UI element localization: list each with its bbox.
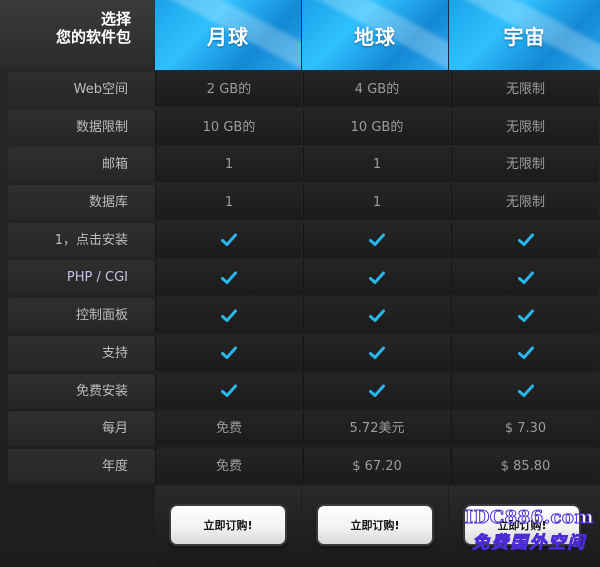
row-label: Web空间 xyxy=(8,72,155,107)
table-row: PHP / CGI xyxy=(8,260,600,296)
table-cell xyxy=(155,260,302,296)
pricing-table: 选择 您的软件包 月球 地球 宇宙 Web空间 2 GB的 4 GB的 无限制 数据限制… xyxy=(0,0,600,567)
table-cell: 4 GB的 xyxy=(303,72,450,107)
table-row: 控制面板 xyxy=(8,298,600,334)
row-label: 年度 xyxy=(8,448,155,484)
table-cell: $ 85.80 xyxy=(451,448,599,484)
choose-package-title: 选择 您的软件包 xyxy=(0,0,155,70)
table-cell: 1 xyxy=(155,185,302,221)
table-cell: 2 GB的 xyxy=(155,72,302,107)
checkmark-icon xyxy=(369,384,385,397)
row-label: 每月 xyxy=(8,411,155,447)
table-row: 支持 xyxy=(8,335,600,371)
table-cell: 无限制 xyxy=(451,72,599,107)
row-label: 数据限制 xyxy=(8,109,155,145)
checkmark-icon xyxy=(221,384,237,397)
feature-grid: Web空间 2 GB的 4 GB的 无限制 数据限制 10 GB的 10 GB的 无限制 邮箱 1… xyxy=(8,72,600,487)
table-cell xyxy=(303,373,450,409)
table-row: 年度 免费 $ 67.20 $ 85.80 xyxy=(8,448,600,484)
checkmark-icon xyxy=(517,271,534,284)
table-row: 邮箱 1 1 无限制 xyxy=(8,147,600,183)
table-cell: 1 xyxy=(155,147,302,183)
row-label: PHP / CGI xyxy=(8,260,155,296)
plan-name-earth: 地球 xyxy=(354,24,396,49)
checkmark-icon xyxy=(517,309,534,322)
plan-name-moon: 月球 xyxy=(207,24,249,49)
table-cell xyxy=(155,222,302,258)
table-row: 免费安装 xyxy=(8,373,600,409)
plan-header-earth: 地球 xyxy=(302,0,448,70)
table-cell xyxy=(451,260,599,296)
table-cell xyxy=(155,373,302,409)
order-col-moon: 立即订购! xyxy=(155,486,301,567)
table-cell xyxy=(155,335,302,371)
table-cell xyxy=(303,260,450,296)
row-label: 邮箱 xyxy=(8,147,155,183)
order-col-earth: 立即订购! xyxy=(302,486,448,567)
checkmark-icon xyxy=(369,309,385,322)
table-row: 1，点击安装 xyxy=(8,222,600,258)
order-button-universe[interactable]: 立即订购! xyxy=(465,506,579,544)
table-cell: 5.72美元 xyxy=(303,411,450,447)
table-cell xyxy=(303,335,450,371)
order-col-universe: 立即订购! xyxy=(449,486,600,567)
checkmark-icon xyxy=(369,346,385,360)
row-label: 1，点击安装 xyxy=(8,222,155,258)
table-row: 每月 免费 5.72美元 $ 7.30 xyxy=(8,411,600,447)
checkmark-icon xyxy=(221,233,237,247)
checkmark-icon xyxy=(221,271,237,284)
table-cell xyxy=(451,335,599,371)
row-label: 免费安装 xyxy=(8,373,155,409)
plan-header-moon: 月球 xyxy=(155,0,301,70)
checkmark-icon xyxy=(517,346,534,360)
table-cell: 1 xyxy=(303,147,450,183)
table-cell xyxy=(303,222,450,258)
table-cell: 1 xyxy=(303,185,450,221)
table-cell xyxy=(303,298,450,334)
table-cell xyxy=(451,222,599,258)
order-button-earth[interactable]: 立即订购! xyxy=(318,506,432,544)
table-cell: 无限制 xyxy=(451,147,599,183)
choose-package-title-line1: 选择 xyxy=(100,10,131,28)
checkmark-icon xyxy=(221,309,237,322)
table-cell: 10 GB的 xyxy=(155,109,302,145)
table-cell xyxy=(155,298,302,334)
order-footer: 立即订购! 立即订购! 立即订购! xyxy=(155,486,600,567)
plan-header-universe: 宇宙 xyxy=(449,0,600,70)
table-cell xyxy=(451,298,599,334)
table-cell: $ 67.20 xyxy=(303,448,450,484)
table-cell xyxy=(451,373,599,409)
table-row: Web空间 2 GB的 4 GB的 无限制 xyxy=(8,72,600,107)
table-cell: $ 7.30 xyxy=(451,411,599,447)
table-cell: 无限制 xyxy=(451,185,599,221)
table-cell: 10 GB的 xyxy=(303,109,450,145)
table-row: 数据库 1 1 无限制 xyxy=(8,185,600,221)
checkmark-icon xyxy=(369,271,385,284)
row-label: 支持 xyxy=(8,335,155,371)
checkmark-icon xyxy=(517,233,534,247)
row-label: 数据库 xyxy=(8,185,155,221)
choose-package-title-line2: 您的软件包 xyxy=(55,28,131,46)
row-label: 控制面板 xyxy=(8,298,155,334)
checkmark-icon xyxy=(369,233,385,247)
plan-name-universe: 宇宙 xyxy=(503,24,546,49)
table-cell: 无限制 xyxy=(451,109,599,145)
checkmark-icon xyxy=(517,384,534,397)
checkmark-icon xyxy=(221,346,237,360)
table-row: 数据限制 10 GB的 10 GB的 无限制 xyxy=(8,109,600,145)
table-cell: 免费 xyxy=(155,411,302,447)
order-button-moon[interactable]: 立即订购! xyxy=(171,506,285,544)
table-cell: 免费 xyxy=(155,448,302,484)
